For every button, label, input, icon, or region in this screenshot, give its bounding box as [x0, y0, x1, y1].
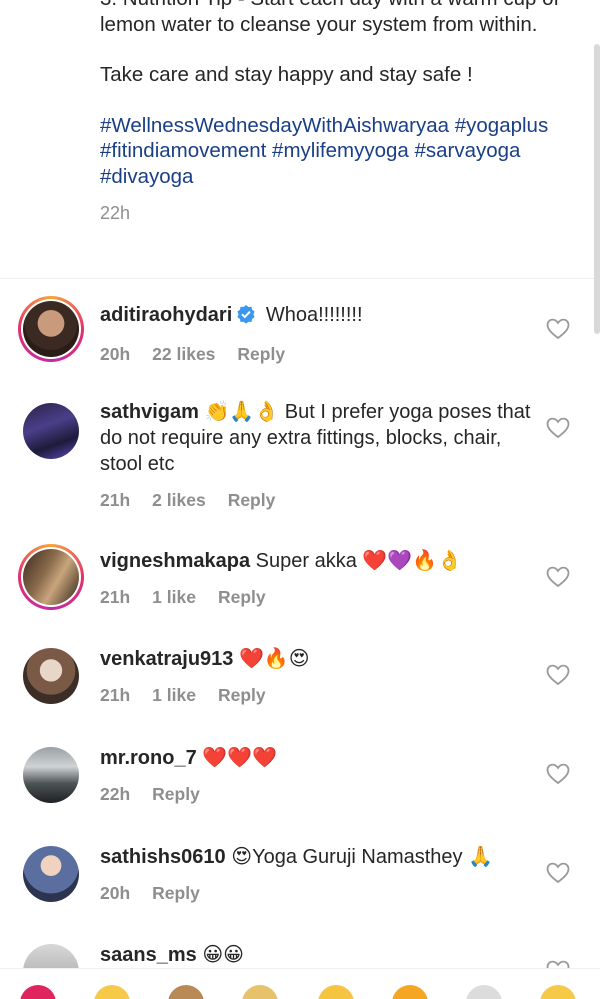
comment-username[interactable]: venkatraju913: [100, 648, 233, 670]
caption-closing: Take care and stay happy and stay safe !: [100, 63, 473, 86]
heart-eyes-reaction-icon[interactable]: [392, 985, 428, 999]
scrollbar[interactable]: [594, 44, 600, 334]
heart-outline-icon[interactable]: [546, 664, 570, 686]
party-reaction-icon[interactable]: [540, 985, 576, 999]
comment-username[interactable]: sathvigam: [100, 401, 199, 423]
comment-emoji: ❤️💜🔥👌: [362, 550, 462, 572]
comment-text: Super akka: [255, 550, 357, 572]
heart-reaction-icon[interactable]: [20, 985, 56, 999]
avatar[interactable]: [23, 846, 79, 902]
avatar[interactable]: [23, 648, 79, 704]
comment-age: 21h: [100, 490, 131, 510]
reply-button[interactable]: Reply: [228, 487, 276, 513]
post-caption: 3. Nutrition Tip - Start each day with a…: [100, 0, 570, 227]
avatar[interactable]: [23, 747, 79, 803]
comment-age: 20h: [100, 344, 131, 364]
panda-reaction-icon[interactable]: [466, 985, 502, 999]
comment-emoji: 😀😀: [202, 944, 245, 966]
reply-button[interactable]: Reply: [237, 341, 285, 367]
avatar[interactable]: [18, 544, 84, 610]
divider: [0, 278, 600, 279]
comment-age: 20h: [100, 883, 131, 903]
comment-username[interactable]: aditiraohydari: [100, 304, 232, 326]
comment-username[interactable]: mr.rono_7: [100, 747, 197, 769]
caption-timestamp: 22h: [100, 203, 131, 223]
heart-outline-icon[interactable]: [546, 318, 570, 340]
comment-emoji: ❤️🔥😍: [238, 648, 310, 670]
reply-button[interactable]: Reply: [218, 584, 266, 610]
comment-age: 22h: [100, 784, 131, 804]
reply-button[interactable]: Reply: [152, 880, 200, 906]
caption-nutrition-tip: 3. Nutrition Tip - Start each day with a…: [100, 0, 559, 36]
reply-button[interactable]: Reply: [218, 682, 266, 708]
verified-badge-icon: [236, 304, 256, 331]
comment-username[interactable]: saans_ms: [100, 944, 197, 966]
avatar[interactable]: [18, 296, 84, 362]
clap-reaction-icon[interactable]: [242, 985, 278, 999]
comment-username[interactable]: sathishs0610: [100, 846, 226, 868]
heart-outline-icon[interactable]: [546, 566, 570, 588]
comment-emoji: 🙏: [468, 846, 494, 868]
quick-reaction-bar: [0, 968, 600, 999]
heart-outline-icon[interactable]: [546, 763, 570, 785]
heart-outline-icon[interactable]: [546, 417, 570, 439]
grin-reaction-icon[interactable]: [94, 985, 130, 999]
comment-age: 21h: [100, 685, 131, 705]
avatar[interactable]: [23, 403, 79, 459]
caption-hashtags[interactable]: #WellnessWednesdayWithAishwaryaa #yogapl…: [100, 113, 570, 190]
comment-likes[interactable]: 1 like: [152, 584, 196, 610]
comment-emoji: 👏🙏👌: [204, 401, 280, 423]
comment-username[interactable]: vigneshmakapa: [100, 550, 250, 572]
reply-button[interactable]: Reply: [152, 781, 200, 807]
comment-likes[interactable]: 22 likes: [152, 341, 215, 367]
heart-outline-icon[interactable]: [546, 862, 570, 884]
comment-likes[interactable]: 1 like: [152, 682, 196, 708]
laugh-reaction-icon[interactable]: [318, 985, 354, 999]
comment-emoji: 😍: [231, 846, 253, 868]
monkey-reaction-icon[interactable]: [168, 985, 204, 999]
comment-age: 21h: [100, 587, 131, 607]
comment-text: Whoa!!!!!!!!: [265, 304, 363, 326]
comment-emoji: ❤️❤️❤️: [202, 747, 277, 769]
comment-likes[interactable]: 2 likes: [152, 487, 206, 513]
comment-text: Yoga Guruji Namasthey: [252, 846, 463, 868]
